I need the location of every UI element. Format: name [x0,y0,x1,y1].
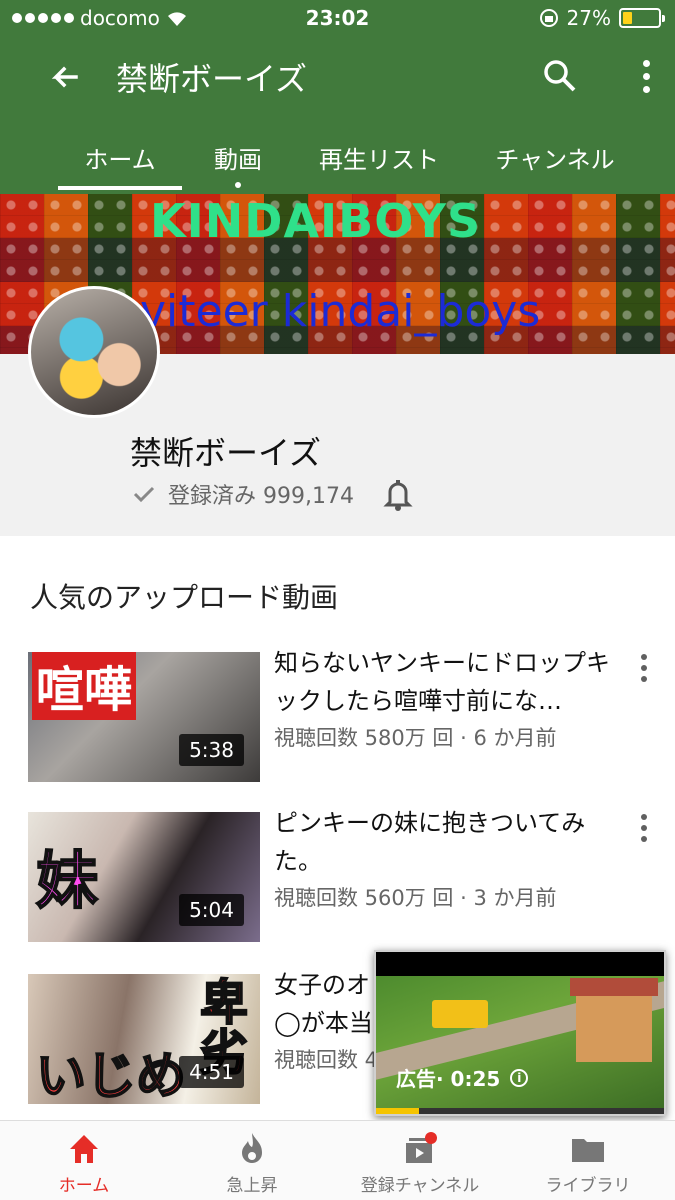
thumbnail-caption: 喧嘩 [32,652,137,720]
tab-playlists[interactable]: 再生リスト [314,140,444,190]
banner-subtitle: viteer kindai_boys [140,286,541,337]
back-button[interactable] [42,58,86,98]
video-meta: 視聴回数 560万 回 · 3 か月前 [274,886,557,910]
new-content-dot [235,182,241,188]
tab-channels[interactable]: チャンネル [490,140,620,190]
nav-subscriptions[interactable]: 登録チャンネル [336,1129,504,1196]
check-icon [133,486,155,503]
channel-tabs: ホーム 動画 再生リスト チャンネル [0,130,675,194]
video-duration: 5:38 [179,734,244,766]
subscriber-count: 登録済み 999,174 [168,484,354,509]
app-bar: 禁断ボーイズ ホーム 動画 再生リスト チャンネル [0,38,675,194]
video-title[interactable]: 知らないヤンキーにドロップキックしたら喧嘩寸前にな… [274,644,624,720]
channel-name: 禁断ボーイズ [130,434,322,472]
video-item[interactable]: 喧嘩 5:38 知らないヤンキーにドロップキックしたら喧嘩寸前にな… 視聴回数 … [0,649,675,782]
rotation-lock-icon [539,9,558,27]
banner-title: KINDAIBOYS [150,194,482,248]
arrow-back-icon [51,66,78,88]
video-thumbnail[interactable]: いじめ 卑劣 4:51 [28,974,260,1104]
ad-label: 広告· 0:25 i [396,1063,529,1092]
home-icon [70,1135,98,1163]
search-button[interactable] [538,54,582,98]
section-title: 人気のアップロード動画 [30,581,339,614]
subscription-status[interactable]: 登録済み 999,174 [132,478,354,510]
subscriptions-icon [406,1132,437,1163]
page-title: 禁断ボーイズ [116,60,308,98]
nav-library[interactable]: ライブラリ [504,1129,672,1196]
bottom-navigation: ホーム 急上昇 登録チャンネル ライブラリ [0,1120,675,1200]
video-duration: 4:51 [179,1056,244,1088]
info-icon[interactable]: i [510,1068,529,1087]
thumbnail-caption: いじめ [35,1046,187,1104]
video-more-button[interactable] [636,652,652,684]
tab-videos[interactable]: 動画 [204,140,272,190]
search-icon [544,60,576,92]
ad-progress-bar [376,1108,664,1114]
bell-icon [383,480,413,511]
video-duration: 5:04 [179,894,244,926]
notification-bell-button[interactable] [380,476,416,512]
tab-home[interactable]: ホーム [58,140,182,190]
video-thumbnail[interactable]: 妹 5:04 [28,812,260,942]
battery-percent: 27% [566,6,611,30]
folder-icon [572,1139,604,1162]
channel-avatar [28,286,160,418]
battery-icon [619,8,665,28]
video-thumbnail[interactable]: 喧嘩 5:38 [28,652,260,782]
video-item[interactable]: 妹 5:04 ピンキーの妹に抱きついてみた。 視聴回数 560万 回 · 3 か… [0,809,675,942]
nav-home[interactable]: ホーム [0,1129,168,1196]
more-options-button[interactable] [628,54,664,98]
video-meta: 視聴回数 580万 回 · 6 か月前 [274,726,557,750]
status-bar: docomo 23:02 27% [0,0,675,38]
video-title[interactable]: ピンキーの妹に抱きついてみた。 [274,804,624,880]
video-meta: 視聴回数 4 [274,1048,379,1072]
mini-player[interactable]: 広告· 0:25 i [374,950,666,1116]
flame-icon [242,1133,262,1163]
thumbnail-caption: 妹 [35,843,99,918]
nav-trending[interactable]: 急上昇 [168,1129,336,1196]
video-more-button[interactable] [636,812,652,844]
